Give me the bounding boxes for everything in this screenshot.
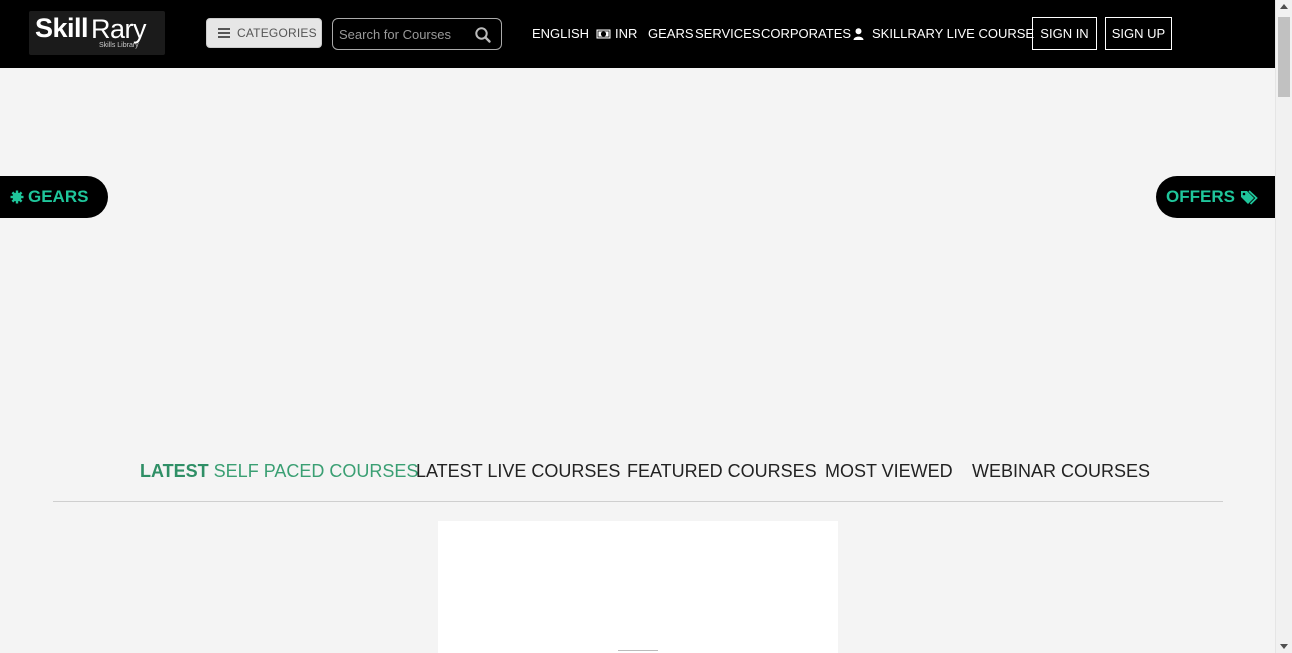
logo-tagline: Skills Library xyxy=(99,42,139,49)
menu-icon xyxy=(218,28,230,38)
search-icon[interactable] xyxy=(474,26,492,44)
tab-latest-prefix: LATEST xyxy=(140,461,209,481)
gears-side-tab-label: GEARS xyxy=(28,187,89,206)
gears-side-tab[interactable]: GEARS xyxy=(0,176,108,218)
offers-side-tab[interactable]: OFFERS xyxy=(1156,176,1275,218)
tab-webinar[interactable]: WEBINAR COURSES xyxy=(972,461,1150,482)
nav-live-course-label: SKILLRARY LIVE COURSE xyxy=(872,26,1035,41)
logo-text-skill: Skill xyxy=(35,13,89,43)
nav-live-course[interactable]: SKILLRARY LIVE COURSE xyxy=(853,26,1034,41)
nav-gears[interactable]: GEARS xyxy=(648,26,694,41)
gear-icon xyxy=(10,190,24,204)
nav-currency-label: INR xyxy=(615,26,638,41)
scroll-down-arrow-icon[interactable] xyxy=(1280,644,1288,649)
page-scrollbar[interactable] xyxy=(1275,0,1292,653)
nav-currency[interactable]: INR xyxy=(596,26,637,41)
user-icon xyxy=(853,27,864,40)
course-tabs: LATEST SELF PACED COURSES LATEST LIVE CO… xyxy=(53,456,1223,502)
tab-most-viewed[interactable]: MOST VIEWED xyxy=(825,461,953,482)
skillrary-logo[interactable]: Skill Rary Skills Library xyxy=(29,11,165,55)
search-input[interactable] xyxy=(339,24,469,44)
sign-in-button[interactable]: SIGN IN xyxy=(1032,17,1097,50)
tab-featured[interactable]: FEATURED COURSES xyxy=(627,461,817,482)
course-card[interactable] xyxy=(438,521,838,653)
sign-up-button[interactable]: SIGN UP xyxy=(1105,17,1172,50)
tab-latest-self-paced[interactable]: LATEST SELF PACED COURSES xyxy=(140,461,418,482)
offers-side-tab-label: OFFERS xyxy=(1166,187,1235,206)
scroll-thumb[interactable] xyxy=(1278,17,1290,97)
nav-corporates[interactable]: CORPORATES xyxy=(761,26,851,41)
logo-text-rary: Rary xyxy=(91,14,147,44)
tab-latest-rest: SELF PACED COURSES xyxy=(208,461,419,481)
search-box xyxy=(332,18,502,50)
scroll-up-arrow-icon[interactable] xyxy=(1280,4,1288,9)
nav-language[interactable]: ENGLISH xyxy=(532,26,589,41)
money-icon xyxy=(596,29,611,38)
categories-label: CATEGORIES xyxy=(237,26,317,40)
tag-icon xyxy=(1240,189,1258,205)
nav-services[interactable]: SERVICES xyxy=(695,26,761,41)
top-navbar: Skill Rary Skills Library CATEGORIES ENG… xyxy=(0,0,1275,68)
categories-button[interactable]: CATEGORIES xyxy=(206,18,322,48)
tab-latest-live[interactable]: LATEST LIVE COURSES xyxy=(416,461,620,482)
